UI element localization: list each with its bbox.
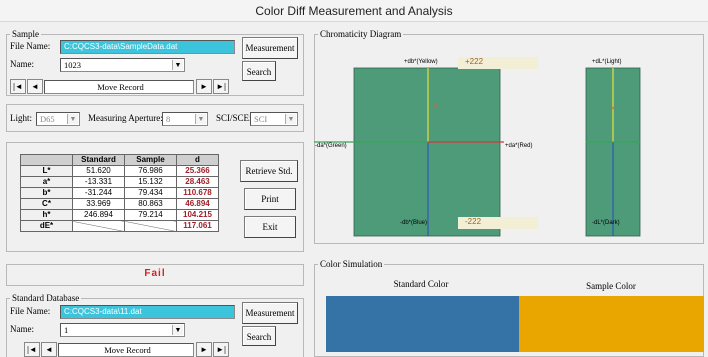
standard-value: -31.244: [72, 187, 125, 199]
row-label: b*: [20, 187, 73, 199]
ab-plane: [353, 67, 501, 237]
retrieve-std-button[interactable]: Retrieve Std.: [240, 160, 298, 182]
range-bottom-value: -222: [465, 217, 482, 226]
range-top-value: +222: [465, 57, 484, 66]
standard-value: 33.969: [72, 198, 125, 210]
sample-name-value: 1023: [64, 60, 81, 70]
green-axis-label: -da*(Green): [315, 143, 347, 149]
color-diff-table: Standard Sample d L* 51.620 76.986 25.36…: [20, 154, 219, 232]
light-value: D65: [40, 114, 55, 124]
sample-nav-record: Move Record: [44, 80, 194, 94]
chevron-down-icon[interactable]: ▼: [172, 325, 183, 335]
exit-button[interactable]: Exit: [244, 216, 296, 238]
sample-nav-first-button[interactable]: |◄: [10, 79, 26, 94]
result-text: Fail: [144, 268, 166, 279]
diff-value: 28.463: [176, 176, 219, 188]
std-nav-prev-button[interactable]: ◄: [41, 342, 57, 357]
standard-value: 51.620: [72, 165, 125, 177]
scisce-label: SCI/SCE:: [216, 113, 252, 123]
table-row: b* -31.244 79.434 110.678: [20, 187, 219, 199]
table-row: a* -13.331 15.132 28.463: [20, 176, 219, 188]
standard-value: -13.331: [72, 176, 125, 188]
row-label: C*: [20, 198, 73, 210]
std-file-name-field[interactable]: C:CQCS3-data\11.dat: [60, 305, 235, 319]
light-axis-label: +dL*(Light): [592, 59, 622, 65]
row-label: L*: [20, 165, 73, 177]
table-row: L* 51.620 76.986 25.366: [20, 165, 219, 177]
table-header-row: Standard Sample d: [20, 154, 219, 166]
sample-marker-ab: ×: [433, 100, 438, 110]
table-row: dE* 117.061: [20, 220, 219, 232]
standard-color-label: Standard Color: [393, 279, 449, 289]
scisce-select[interactable]: SCI ▼: [250, 112, 298, 126]
standard-value: 246.894: [72, 209, 125, 221]
std-name-select[interactable]: 1 ▼: [60, 323, 185, 337]
window-title: Color Diff Measurement and Analysis: [0, 0, 708, 22]
dark-axis-label: -dL*(Dark): [592, 220, 620, 226]
sample-nav-prev-button[interactable]: ◄: [27, 79, 43, 94]
table-header: Sample: [124, 154, 177, 166]
std-nav-record: Move Record: [58, 343, 194, 357]
std-search-button[interactable]: Search: [242, 326, 276, 346]
color-simulation-group-title: Color Simulation: [318, 259, 385, 270]
row-label: dE*: [20, 220, 73, 232]
std-measurement-button[interactable]: Measurement: [242, 302, 298, 324]
std-nav-first-button[interactable]: |◄: [24, 342, 40, 357]
row-label: a*: [20, 176, 73, 188]
sample-value: 79.214: [124, 209, 177, 221]
diff-value: 25.366: [176, 165, 219, 177]
diff-value: 104.215: [176, 209, 219, 221]
chevron-down-icon[interactable]: ▼: [195, 114, 206, 124]
light-label: Light:: [10, 113, 32, 123]
scisce-value: SCI: [254, 114, 268, 124]
sample-value: 15.132: [124, 176, 177, 188]
aperture-value: 8: [166, 114, 171, 124]
sample-search-button[interactable]: Search: [242, 61, 276, 81]
sample-value: 80.863: [124, 198, 177, 210]
sample-color-swatch: [519, 296, 704, 352]
std-nav-last-button[interactable]: ►|: [213, 342, 229, 357]
table-header: d: [176, 154, 219, 166]
standard-db-group-title: Standard Database: [10, 293, 82, 304]
sample-file-name-label: File Name:: [10, 41, 51, 51]
standard-color-swatch: [326, 296, 519, 352]
aperture-label: Measuring Aperture:: [88, 113, 163, 123]
table-row: C* 33.969 80.863 46.894: [20, 198, 219, 210]
sample-marker-l: ×: [610, 103, 615, 113]
aperture-select[interactable]: 8 ▼: [162, 112, 208, 126]
yellow-axis-label: +db*(Yellow): [404, 59, 438, 65]
diff-value: 117.061: [176, 220, 219, 232]
sample-name-select[interactable]: 1023 ▼: [60, 58, 185, 72]
chevron-down-icon[interactable]: ▼: [172, 60, 183, 70]
light-select[interactable]: D65 ▼: [36, 112, 80, 126]
sample-value: 76.986: [124, 165, 177, 177]
std-name-value: 1: [64, 325, 69, 335]
sample-color-label: Sample Color: [586, 281, 636, 291]
diff-value: 46.894: [176, 198, 219, 210]
row-label: h*: [20, 209, 73, 221]
chevron-down-icon[interactable]: ▼: [67, 114, 78, 124]
sample-nav-next-button[interactable]: ►: [196, 79, 212, 94]
red-axis-label: +da*(Red): [505, 143, 533, 149]
std-file-name-label: File Name:: [10, 306, 51, 316]
sample-file-name-field[interactable]: C:CQCS3-data\SampleData.dat: [60, 40, 235, 54]
standard-value: [72, 220, 125, 232]
table-header: [20, 154, 73, 166]
sample-measurement-button[interactable]: Measurement: [242, 37, 298, 59]
sample-value: [124, 220, 177, 232]
chevron-down-icon[interactable]: ▼: [285, 114, 296, 124]
print-button[interactable]: Print: [244, 188, 296, 210]
blue-axis-label: -db*(Blue): [400, 220, 428, 226]
table-header: Standard: [72, 154, 125, 166]
std-name-label: Name:: [10, 324, 34, 334]
sample-value: 79.434: [124, 187, 177, 199]
diff-value: 110.678: [176, 187, 219, 199]
sample-nav-last-button[interactable]: ►|: [213, 79, 229, 94]
table-row: h* 246.894 79.214 104.215: [20, 209, 219, 221]
sample-name-label: Name:: [10, 59, 34, 69]
std-nav-next-button[interactable]: ►: [196, 342, 212, 357]
